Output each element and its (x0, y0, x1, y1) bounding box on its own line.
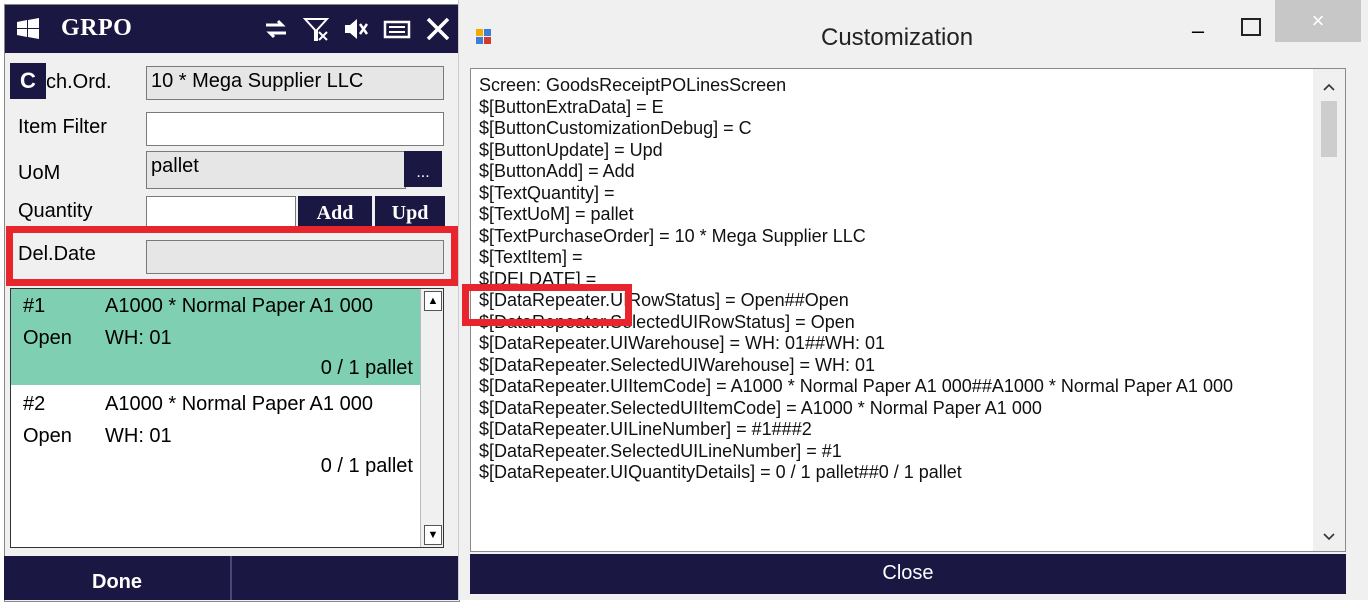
app-icon (476, 29, 491, 44)
grpo-title: GRPO (61, 15, 133, 41)
lines-list: #1 A1000 * Normal Paper A1 000 Open WH: … (10, 288, 444, 548)
quantity-input[interactable] (146, 196, 296, 230)
customization-line: $[DataRepeater.SelectedUIWarehouse] = WH… (479, 354, 876, 375)
list-scrollbar[interactable]: ▲ ▼ (420, 289, 443, 547)
warehouse: WH: 01 (105, 425, 172, 447)
item-description: A1000 * Normal Paper A1 000 (105, 295, 373, 317)
deldate-line-highlight-box (462, 284, 632, 326)
customization-line: Screen: GoodsReceiptPOLinesScreen (479, 75, 787, 95)
item-description: A1000 * Normal Paper A1 000 (105, 393, 373, 415)
add-button[interactable]: Add (298, 196, 372, 230)
customization-line: $[TextUoM] = pallet (479, 204, 634, 224)
deldate-highlight-box (6, 226, 458, 286)
quantity-details: 0 / 1 pallet (320, 455, 413, 477)
done-button[interactable]: Done (4, 556, 230, 600)
chevron-down-icon[interactable] (1321, 529, 1337, 545)
customization-line: $[ButtonAdd] = Add (479, 161, 635, 181)
list-item[interactable]: #2 A1000 * Normal Paper A1 000 Open WH: … (11, 385, 421, 481)
quantity-label: Quantity (18, 200, 93, 222)
line-number: #2 (23, 393, 46, 415)
bottom-bar-divider (230, 556, 232, 600)
keyboard-icon[interactable] (383, 16, 411, 42)
uom-lookup-button[interactable]: ... (404, 151, 442, 187)
line-number: #1 (23, 295, 46, 317)
customization-line: $[DataRepeater.SelectedUILineNumber] = #… (479, 440, 842, 461)
item-filter-label: Item Filter (18, 116, 107, 138)
customization-button[interactable]: C (10, 63, 46, 99)
customization-line: $[TextItem] = (479, 247, 583, 267)
customization-line: $[ButtonCustomizationDebug] = C (479, 118, 752, 138)
sync-arrows-icon[interactable] (263, 16, 289, 42)
no-signal-icon[interactable] (303, 16, 329, 42)
scroll-up-icon[interactable]: ▲ (424, 291, 442, 311)
scroll-thumb[interactable] (1321, 101, 1337, 157)
customization-line: $[DataRepeater.SelectedUIItemCode] = A10… (479, 397, 1042, 418)
windows-logo-icon (17, 18, 39, 39)
scroll-down-icon[interactable]: ▼ (424, 525, 442, 545)
close-button[interactable]: Close (470, 554, 1346, 594)
minimize-button[interactable]: – (1185, 18, 1211, 44)
customization-line: $[ButtonUpdate] = Upd (479, 139, 663, 160)
purchase-order-label: ch.Ord. (46, 71, 112, 93)
quantity-details: 0 / 1 pallet (320, 357, 413, 379)
uom-field[interactable]: pallet (146, 151, 406, 189)
list-item[interactable]: #1 A1000 * Normal Paper A1 000 Open WH: … (11, 289, 421, 385)
row-status: Open (23, 327, 72, 349)
row-status: Open (23, 425, 72, 447)
customization-line: $[DataRepeater.UILineNumber] = #1###2 (479, 419, 812, 439)
purchase-order-field[interactable]: 10 * Mega Supplier LLC (146, 66, 444, 100)
customization-line: $[DataRepeater.UIWarehouse] = WH: 01##WH… (479, 333, 886, 353)
grpo-title-bar: GRPO (5, 5, 459, 53)
customization-line: $[TextQuantity] = (479, 182, 615, 203)
item-filter-input[interactable] (146, 112, 444, 146)
dialog-title-bar: Customization – × (459, 0, 1368, 62)
update-button[interactable]: Upd (375, 196, 445, 230)
uom-label: UoM (18, 162, 61, 184)
customization-line: $[TextPurchaseOrder] = 10 * Mega Supplie… (479, 225, 866, 246)
chevron-up-icon[interactable] (1321, 79, 1337, 95)
textbox-scrollbar[interactable] (1313, 69, 1345, 551)
warehouse: WH: 01 (105, 327, 172, 349)
window-close-button[interactable]: × (1275, 0, 1361, 42)
customization-line: $[DataRepeater.UIQuantityDetails] = 0 / … (479, 462, 962, 482)
customization-lines: Screen: GoodsReceiptPOLinesScreen $[Butto… (479, 75, 1233, 484)
maximize-button[interactable] (1241, 18, 1261, 36)
customization-line: $[DataRepeater.UIItemCode] = A1000 * Nor… (479, 376, 1233, 396)
dialog-title: Customization (821, 24, 974, 51)
customization-line: $[ButtonExtraData] = E (479, 96, 664, 117)
volume-mute-icon[interactable] (343, 16, 369, 42)
close-icon[interactable] (425, 16, 451, 42)
